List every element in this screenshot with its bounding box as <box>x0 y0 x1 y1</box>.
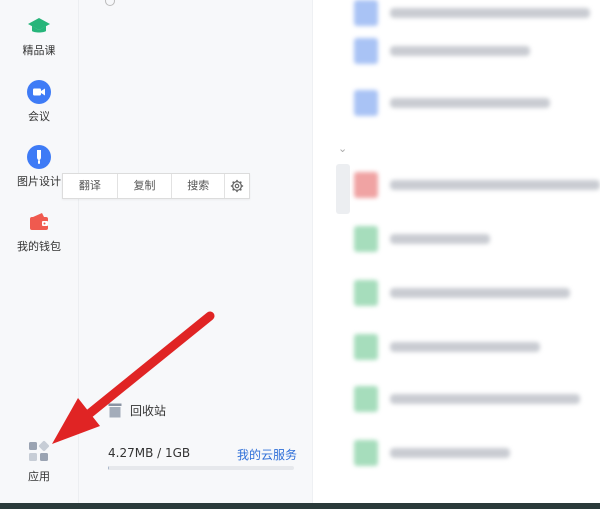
file-type-icon <box>354 440 378 466</box>
file-list <box>350 0 600 503</box>
file-row[interactable] <box>350 0 600 26</box>
file-name-placeholder <box>390 180 600 190</box>
scrollbar-thumb[interactable] <box>336 164 350 214</box>
file-name-placeholder <box>390 394 580 404</box>
file-row[interactable] <box>350 90 600 116</box>
file-name-placeholder <box>390 98 550 108</box>
file-row[interactable] <box>350 38 600 64</box>
file-row[interactable] <box>350 440 600 466</box>
nav-item-courses[interactable]: 精品课 <box>0 14 78 58</box>
graduation-cap-icon <box>28 18 50 33</box>
toolbar-settings-button[interactable] <box>225 174 249 198</box>
file-name-placeholder <box>390 234 490 244</box>
taskbar <box>0 503 600 509</box>
nav-item-label: 精品课 <box>22 44 56 57</box>
file-row[interactable] <box>350 386 600 412</box>
nav-item-label: 应用 <box>28 470 50 483</box>
file-row[interactable] <box>350 172 600 198</box>
status-dot <box>105 0 115 6</box>
file-type-icon <box>354 90 378 116</box>
file-row[interactable] <box>350 334 600 360</box>
translate-button[interactable]: 翻译 <box>63 174 118 198</box>
nav-rail: 精品课 会议 图片设计 我的钱包 应用 <box>0 0 79 503</box>
folder-panel <box>79 0 312 503</box>
nav-item-label: 我的钱包 <box>17 240 61 253</box>
video-camera-icon <box>27 80 51 104</box>
file-name-placeholder <box>390 288 570 298</box>
nav-item-label: 会议 <box>28 110 50 123</box>
file-name-placeholder <box>390 46 530 56</box>
file-type-icon <box>354 334 378 360</box>
selection-toolbar: 翻译 复制 搜索 <box>62 173 250 199</box>
file-name-placeholder <box>390 8 590 18</box>
chevron-down-icon[interactable]: ⌄ <box>338 142 347 155</box>
file-row[interactable] <box>350 226 600 252</box>
file-type-icon <box>354 38 378 64</box>
trash-icon <box>108 403 122 418</box>
file-type-icon <box>354 172 378 198</box>
copy-button[interactable]: 复制 <box>118 174 173 198</box>
wallet-icon <box>30 213 48 230</box>
file-type-icon <box>354 0 378 26</box>
storage-progress-fill <box>108 466 109 470</box>
cloud-service-link[interactable]: 我的云服务 <box>237 446 297 463</box>
nav-item-apps[interactable]: 应用 <box>0 440 78 484</box>
nav-item-wallet[interactable]: 我的钱包 <box>0 210 78 254</box>
recycle-bin-label: 回收站 <box>130 404 167 418</box>
file-type-icon <box>354 386 378 412</box>
file-type-icon <box>354 226 378 252</box>
brush-icon <box>27 145 51 169</box>
panel-divider <box>312 0 313 503</box>
file-name-placeholder <box>390 342 540 352</box>
nav-item-meeting[interactable]: 会议 <box>0 80 78 124</box>
gear-icon <box>230 179 244 193</box>
recycle-bin-item[interactable]: 回收站 <box>108 402 166 419</box>
file-row[interactable] <box>350 280 600 306</box>
file-name-placeholder <box>390 448 510 458</box>
storage-usage-text: 4.27MB / 1GB <box>108 446 191 460</box>
apps-grid-icon <box>29 440 50 461</box>
storage-progress-bar <box>108 466 294 470</box>
search-button[interactable]: 搜索 <box>172 174 226 198</box>
file-type-icon <box>354 280 378 306</box>
